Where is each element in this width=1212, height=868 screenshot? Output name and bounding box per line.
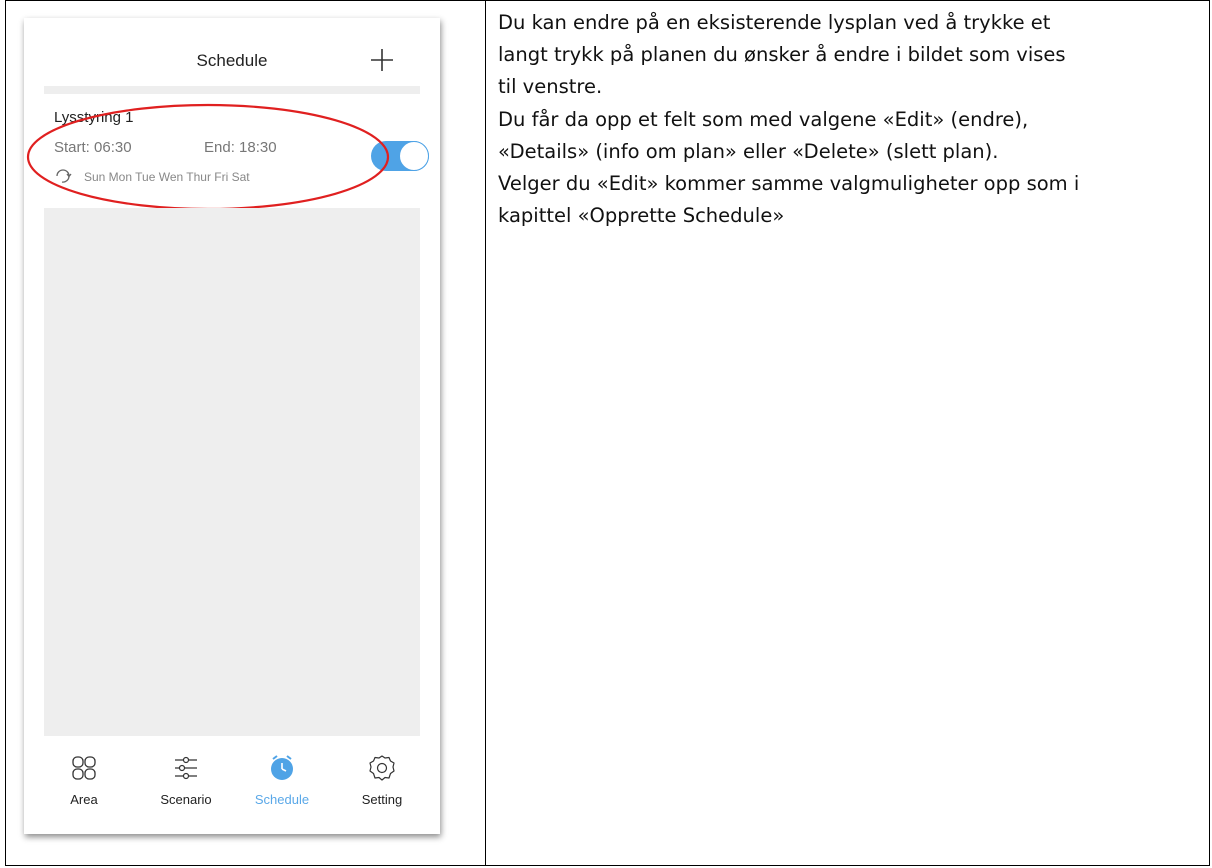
bottom-tab-bar: Area Scenario Schedule Setting — [24, 736, 440, 834]
tab-label-scenario: Scenario — [160, 792, 212, 807]
text-line: Velger du «Edit» kommer samme valgmuligh… — [498, 172, 1080, 196]
repeat-icon — [56, 169, 72, 183]
text-line: «Details» (info om plan» eller «Delete» … — [498, 139, 999, 163]
text-line: til venstre. — [498, 75, 603, 99]
tab-schedule[interactable]: Schedule — [230, 736, 334, 816]
text-line: langt trykk på planen du ønsker å endre … — [498, 43, 1066, 67]
text-line: Du får da opp et felt som med valgene «E… — [498, 107, 1029, 131]
plus-icon — [371, 49, 393, 71]
schedule-start-time: Start: 06:30 — [54, 139, 132, 156]
app-screenshot: Schedule Lysstyring 1 Start: 06:30 End: … — [24, 18, 440, 834]
tab-scenario[interactable]: Scenario — [134, 736, 238, 816]
schedule-name: Lysstyring 1 — [54, 109, 134, 126]
sliders-icon — [175, 756, 197, 780]
toggle-knob — [399, 141, 429, 171]
table-divider — [485, 0, 486, 866]
add-schedule-button[interactable] — [368, 46, 396, 74]
tab-setting[interactable]: Setting — [330, 736, 434, 816]
schedule-list-area — [44, 208, 420, 736]
tab-label-schedule: Schedule — [254, 792, 310, 807]
header-separator — [44, 86, 420, 94]
schedule-card[interactable]: Lysstyring 1 Start: 06:30 End: 18:30 Sun… — [44, 94, 429, 208]
tab-area[interactable]: Area — [32, 736, 136, 816]
text-line: kapittel «Opprette Schedule» — [498, 204, 785, 228]
clock-icon — [271, 755, 293, 780]
text-line: Du kan endre på en eksisterende lysplan … — [498, 11, 1051, 34]
schedule-days: Sun Mon Tue Wen Thur Fri Sat — [84, 170, 250, 184]
tab-label-area: Area — [70, 792, 98, 807]
instruction-text: Du kan endre på en eksisterende lysplan … — [498, 7, 1203, 232]
tab-label-setting: Setting — [361, 792, 403, 807]
gear-icon — [369, 755, 395, 781]
schedule-end-time: End: 18:30 — [204, 139, 277, 156]
schedule-toggle[interactable] — [371, 141, 429, 171]
grid-icon — [72, 756, 96, 780]
